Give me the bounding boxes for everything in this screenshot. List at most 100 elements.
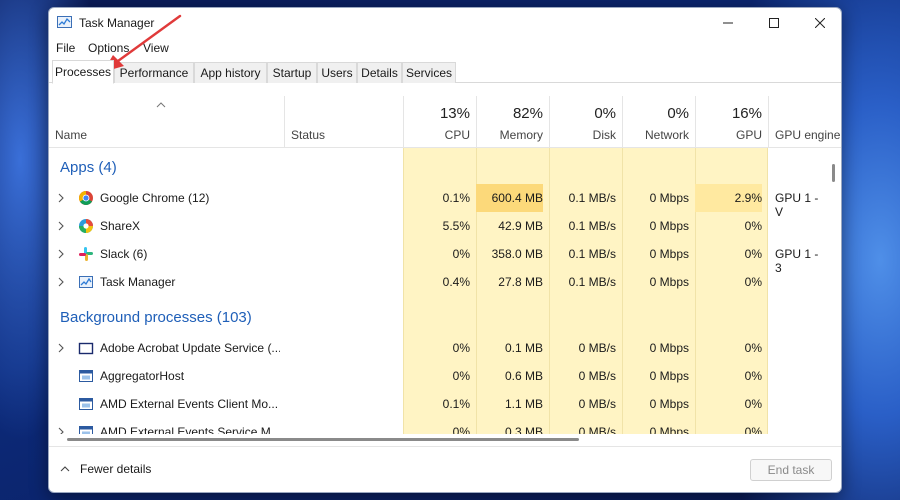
title-bar[interactable]: Task Manager xyxy=(49,8,841,38)
chrome-icon xyxy=(79,191,93,205)
column-cpu[interactable]: 13% CPU xyxy=(403,96,476,148)
table-row[interactable]: AMD External Events Service M... 0% 0.3 … xyxy=(49,418,827,434)
tab-app-history[interactable]: App history xyxy=(194,62,267,83)
menu-file[interactable]: File xyxy=(56,41,75,55)
menu-view[interactable]: View xyxy=(143,41,169,55)
table-row[interactable]: Adobe Acrobat Update Service (... 0% 0.1… xyxy=(49,334,827,362)
table-row[interactable]: ShareX 5.5% 42.9 MB 0.1 MB/s 0 Mbps 0% xyxy=(49,212,827,240)
tab-performance[interactable]: Performance xyxy=(114,62,194,83)
fewer-details-button[interactable]: Fewer details xyxy=(60,462,151,476)
network-cell: 0 Mbps xyxy=(649,247,689,261)
network-cell: 0 Mbps xyxy=(649,219,689,233)
disk-cell: 0 MB/s xyxy=(578,369,616,383)
column-name[interactable]: Name xyxy=(49,96,284,148)
tab-bar: Processes Performance App history Startu… xyxy=(49,60,841,84)
memory-cell: 42.9 MB xyxy=(498,219,543,233)
close-button[interactable] xyxy=(797,8,841,38)
network-cell: 0 Mbps xyxy=(649,369,689,383)
group-header-background[interactable]: Background processes (103) xyxy=(49,304,827,332)
sort-up-icon xyxy=(156,102,166,108)
column-network[interactable]: 0% Network xyxy=(622,96,695,148)
column-gpu-engine[interactable]: GPU engine xyxy=(768,96,841,148)
tab-services[interactable]: Services xyxy=(402,62,456,83)
group-header-apps[interactable]: Apps (4) xyxy=(49,154,827,182)
table-row[interactable]: Task Manager 0.4% 27.8 MB 0.1 MB/s 0 Mbp… xyxy=(49,268,827,296)
memory-cell: 0.6 MB xyxy=(504,369,543,383)
table-row[interactable]: Slack (6) 0% 358.0 MB 0.1 MB/s 0 Mbps 0%… xyxy=(49,240,827,275)
cpu-cell: 5.5% xyxy=(442,219,470,233)
service-icon xyxy=(79,398,93,410)
service-icon xyxy=(79,426,93,434)
horizontal-scrollbar[interactable] xyxy=(49,434,827,446)
minimize-icon xyxy=(723,22,733,24)
cpu-cell: 0% xyxy=(452,341,470,355)
network-cell: 0 Mbps xyxy=(649,341,689,355)
gpu-cell: 0% xyxy=(744,219,762,233)
tab-users[interactable]: Users xyxy=(317,62,357,83)
gpu-cell: 0% xyxy=(744,247,762,261)
task-manager-icon xyxy=(57,16,72,28)
gpu-cell: 0% xyxy=(744,275,762,289)
column-memory[interactable]: 82% Memory xyxy=(476,96,549,148)
chevron-right-icon[interactable] xyxy=(57,277,65,287)
process-list: Apps (4) Google Chrome (12) 0.1% 600.4 M… xyxy=(49,148,827,434)
chevron-right-icon[interactable] xyxy=(57,221,65,231)
task-manager-window: Task Manager File Options View Processes… xyxy=(48,7,842,493)
cpu-total: 13% xyxy=(439,105,470,122)
vertical-scrollbar[interactable] xyxy=(827,148,841,434)
chevron-right-icon[interactable] xyxy=(57,343,65,353)
memory-cell: 0.3 MB xyxy=(504,425,543,434)
disk-cell: 0 MB/s xyxy=(578,397,616,411)
network-total: 0% xyxy=(667,105,689,122)
tab-processes[interactable]: Processes xyxy=(52,60,114,84)
horizontal-scroll-thumb[interactable] xyxy=(67,438,579,441)
end-task-button[interactable]: End task xyxy=(750,459,832,481)
memory-cell: 358.0 MB xyxy=(491,247,543,261)
network-cell: 0 Mbps xyxy=(649,191,689,205)
gpu-cell: 0% xyxy=(744,425,762,434)
disk-total: 0% xyxy=(594,105,616,122)
footer-bar: Fewer details End task xyxy=(49,446,841,492)
table-row[interactable]: AMD External Events Client Mo... 0.1% 1.… xyxy=(49,390,827,418)
acrobat-update-icon xyxy=(78,342,94,355)
network-cell: 0 Mbps xyxy=(649,425,689,434)
sharex-icon xyxy=(79,219,93,233)
service-icon xyxy=(79,370,93,382)
tab-details[interactable]: Details xyxy=(357,62,402,83)
tab-startup[interactable]: Startup xyxy=(267,62,317,83)
close-icon xyxy=(815,18,825,28)
disk-cell: 0.1 MB/s xyxy=(568,191,616,205)
column-gpu[interactable]: 16% GPU xyxy=(695,96,768,148)
maximize-icon xyxy=(769,18,779,28)
memory-cell: 27.8 MB xyxy=(498,275,543,289)
table-row[interactable]: Google Chrome (12) 0.1% 600.4 MB 0.1 MB/… xyxy=(49,184,827,219)
cpu-cell: 0% xyxy=(452,425,470,434)
cpu-cell: 0.4% xyxy=(442,275,470,289)
column-header: Name Status 13% CPU 82% Memory 0% Disk 0… xyxy=(49,96,841,148)
chevron-up-icon xyxy=(60,466,70,472)
chevron-right-icon[interactable] xyxy=(57,249,65,259)
task-manager-icon xyxy=(79,276,93,288)
slack-icon xyxy=(79,247,93,261)
maximize-button[interactable] xyxy=(751,8,797,38)
memory-cell: 1.1 MB xyxy=(504,397,543,411)
gpu-cell: 0% xyxy=(744,341,762,355)
chevron-right-icon[interactable] xyxy=(57,193,65,203)
table-row[interactable]: AggregatorHost 0% 0.6 MB 0 MB/s 0 Mbps 0… xyxy=(49,362,827,390)
disk-cell: 0 MB/s xyxy=(578,341,616,355)
cpu-cell: 0% xyxy=(452,369,470,383)
column-disk[interactable]: 0% Disk xyxy=(549,96,622,148)
cpu-cell: 0.1% xyxy=(442,191,470,205)
memory-cell: 0.1 MB xyxy=(504,341,543,355)
window-title: Task Manager xyxy=(79,16,155,30)
column-status[interactable]: Status xyxy=(284,96,403,148)
vertical-scroll-thumb[interactable] xyxy=(832,164,835,182)
cpu-cell: 0.1% xyxy=(442,397,470,411)
gpu-cell: 2.9% xyxy=(695,184,762,212)
gpu-cell: 0% xyxy=(744,397,762,411)
disk-cell: 0.1 MB/s xyxy=(568,275,616,289)
minimize-button[interactable] xyxy=(705,8,751,38)
chevron-right-icon[interactable] xyxy=(57,427,65,434)
gpu-total: 16% xyxy=(731,105,762,122)
menu-options[interactable]: Options xyxy=(88,41,129,55)
